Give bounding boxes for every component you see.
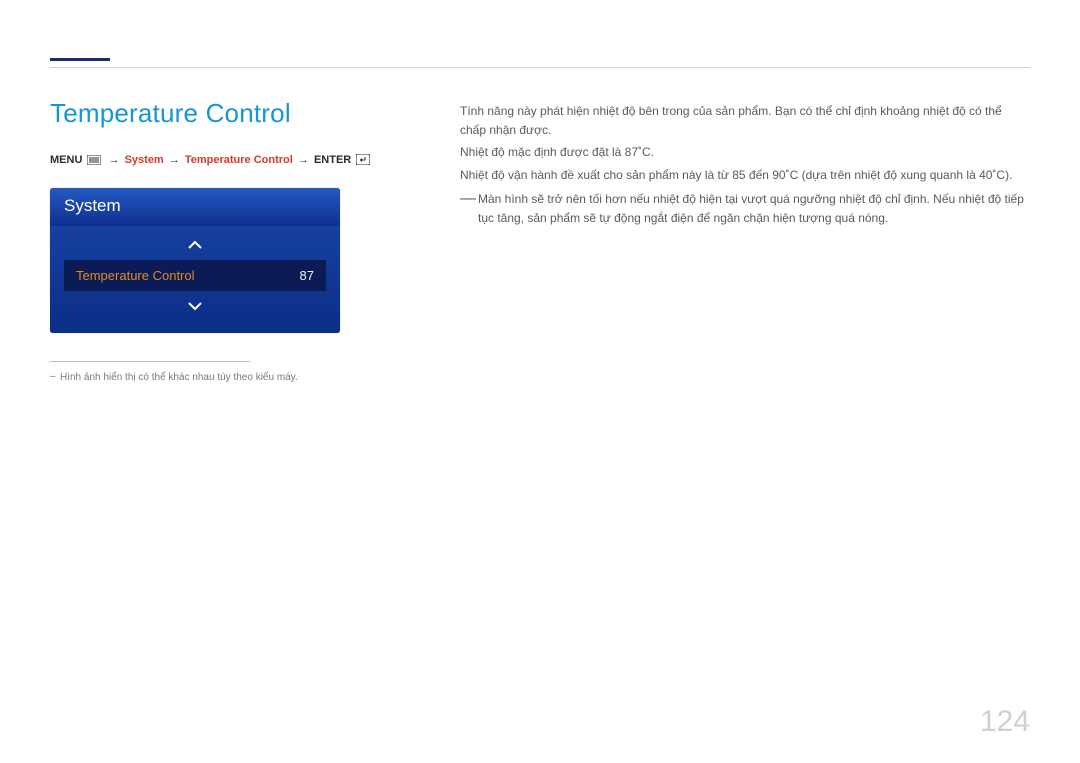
osd-panel-title: System [50,188,340,226]
body-note-text: Màn hình sẽ trở nên tối hơn nếu nhiệt độ… [478,192,1024,225]
breadcrumb-system: System [125,154,164,166]
footnote-text: Hình ảnh hiển thị có thể khác nhau tùy t… [50,372,400,383]
note-dash-icon: ― [460,187,476,212]
breadcrumb-arrow: → [296,154,311,166]
chevron-down-icon[interactable] [50,297,340,315]
enter-icon [356,154,370,170]
breadcrumb-temperature: Temperature Control [185,154,293,166]
body-paragraph: Tính năng này phát hiện nhiệt độ bên tro… [460,102,1030,139]
breadcrumb-arrow: → [167,154,182,166]
left-column: Temperature Control MENU → System → Temp… [50,98,400,383]
page-title: Temperature Control [50,98,400,129]
body-paragraph: Nhiệt độ mặc định được đặt là 87˚C. [460,143,1030,162]
page: Temperature Control MENU → System → Temp… [0,0,1080,763]
osd-panel: System Temperature Control 87 [50,188,340,333]
osd-panel-body: Temperature Control 87 [50,226,340,333]
breadcrumb-enter: ENTER [314,154,351,166]
osd-item-value: 87 [300,268,314,283]
header-rule [50,67,1030,68]
osd-item-label: Temperature Control [76,268,195,283]
chevron-up-icon[interactable] [50,236,340,254]
menu-icon [87,155,101,170]
page-number: 124 [980,705,1030,739]
body-note: ― Màn hình sẽ trở nên tối hơn nếu nhiệt … [460,190,1030,227]
breadcrumb: MENU → System → Temperature Control → EN… [50,153,400,170]
body-paragraph: Nhiệt độ vận hành đề xuất cho sản phẩm n… [460,166,1030,185]
osd-item-temperature[interactable]: Temperature Control 87 [64,260,326,291]
footnote-divider [50,361,250,362]
breadcrumb-menu: MENU [50,154,82,166]
content-columns: Temperature Control MENU → System → Temp… [50,60,1030,383]
breadcrumb-arrow: → [107,154,122,166]
right-column: Tính năng này phát hiện nhiệt độ bên tro… [460,98,1030,383]
